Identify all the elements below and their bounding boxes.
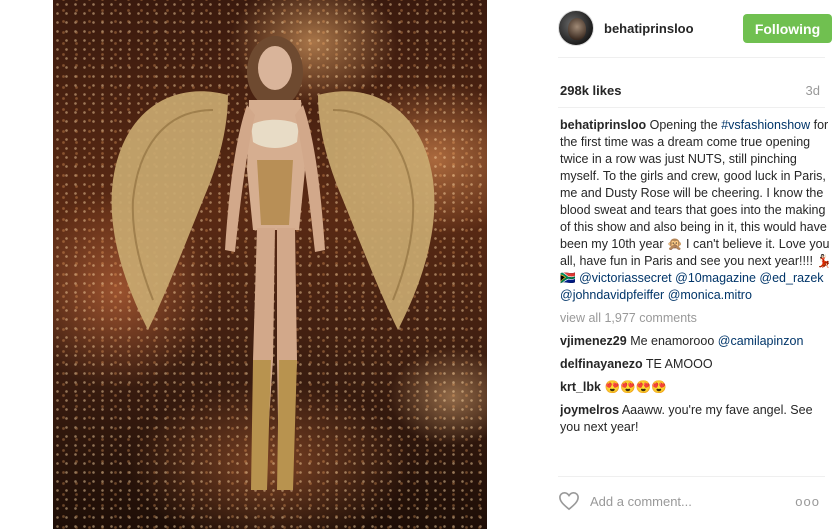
add-comment-input[interactable] — [590, 492, 790, 510]
post-sidebar: behatiprinsloo Following 298k likes 3d b… — [543, 0, 840, 529]
caption-text: for the first time was a dream come true… — [560, 118, 832, 285]
caption-mention[interactable]: @ed_razek — [759, 271, 823, 285]
header-divider — [558, 57, 825, 58]
comment-mention[interactable]: @camilapinzon — [718, 334, 804, 348]
caption-mention[interactable]: @monica.mitro — [668, 288, 752, 302]
heart-icon[interactable] — [558, 491, 580, 511]
comment-text: TE AMOOO — [642, 357, 713, 371]
more-options-icon[interactable]: ooo — [795, 494, 820, 509]
caption: behatiprinsloo Opening the #vsfashionsho… — [560, 117, 832, 304]
comment-text: Me enamorooo — [626, 334, 718, 348]
caption-mention[interactable]: @johndavidpfeiffer — [560, 288, 664, 302]
comments-list[interactable]: behatiprinsloo Opening the #vsfashionsho… — [560, 117, 832, 469]
view-all-comments-link[interactable]: view all 1,977 comments — [560, 310, 832, 327]
comment-item: vjimenez29 Me enamorooo @camilapinzon — [560, 333, 832, 350]
caption-username[interactable]: behatiprinsloo — [560, 118, 646, 132]
post-photo[interactable] — [53, 0, 487, 529]
comment-username[interactable]: delfinayanezo — [560, 357, 643, 371]
following-button[interactable]: Following — [743, 14, 832, 43]
post-age[interactable]: 3d — [806, 83, 820, 98]
comments-divider — [558, 476, 825, 477]
caption-text: Opening the — [646, 118, 722, 132]
post-header: behatiprinsloo Following — [558, 10, 840, 48]
comment-item: krt_lbk 😍😍😍😍 — [560, 379, 832, 396]
comment-username[interactable]: vjimenez29 — [560, 334, 627, 348]
header-username[interactable]: behatiprinsloo — [604, 21, 694, 36]
avatar[interactable] — [558, 10, 594, 46]
comment-text: 😍😍😍😍 — [601, 380, 667, 394]
likes-count[interactable]: 298k likes — [560, 83, 621, 98]
caption-mention[interactable]: @victoriassecret — [579, 271, 672, 285]
comment-username[interactable]: joymelros — [560, 403, 619, 417]
comment-item: joymelros Aaaww. you're my fave angel. S… — [560, 402, 832, 436]
left-gutter — [0, 0, 53, 529]
likes-divider — [558, 107, 825, 108]
caption-hashtag[interactable]: #vsfashionshow — [721, 118, 810, 132]
photo-figure — [111, 36, 435, 490]
comment-username[interactable]: krt_lbk — [560, 380, 601, 394]
comment-item: delfinayanezo TE AMOOO — [560, 356, 832, 373]
caption-mention[interactable]: @10magazine — [675, 271, 756, 285]
add-comment-bar: ooo — [558, 482, 840, 520]
